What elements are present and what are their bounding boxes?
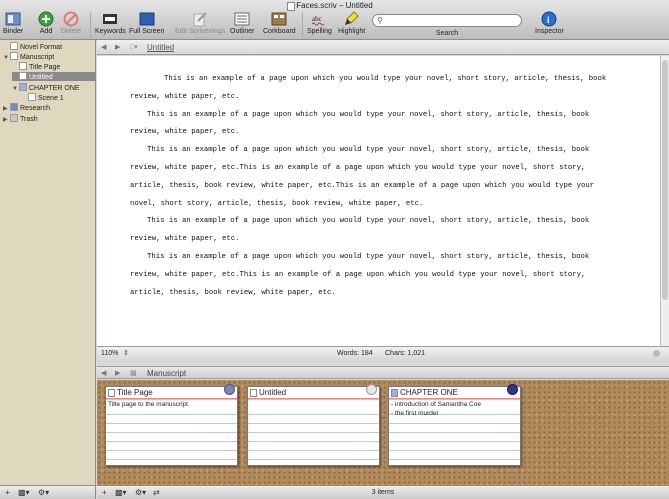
editor-paragraph: This is an example of a page upon which …	[130, 110, 590, 137]
search-label: Search	[435, 30, 459, 37]
document-title[interactable]: Untitled	[147, 43, 174, 52]
delete-button[interactable]: Delete	[61, 11, 81, 35]
trash-icon	[10, 114, 18, 122]
scrollbar-thumb[interactable]	[662, 60, 668, 300]
corkboard-small-icon: ▩	[130, 370, 137, 377]
research-folder-icon	[10, 103, 18, 111]
index-card-title-page[interactable]: Title Page Title page to the manuscript.	[105, 384, 238, 466]
binder-button[interactable]: Binder	[3, 11, 23, 35]
history-back-icon[interactable]: ◀	[101, 43, 106, 51]
text-editor[interactable]: This is an example of a page upon which …	[97, 56, 660, 346]
editor-header: ◀ ▶ □▾ Untitled	[97, 40, 669, 55]
index-card-untitled[interactable]: Untitled	[247, 384, 380, 466]
disclosure-triangle-icon[interactable]: ▼	[12, 85, 19, 94]
disclosure-triangle-icon[interactable]: ▶	[3, 105, 10, 114]
target-icon[interactable]	[653, 350, 660, 357]
scrivener-window: Faces.scriv – Untitled Binder Add Delete…	[0, 0, 669, 499]
document-icon	[28, 93, 36, 101]
keywords-icon	[103, 14, 118, 24]
highlight-icon	[344, 11, 359, 25]
binder-item-novel-format[interactable]: Novel Format	[3, 42, 95, 51]
binder-item-untitled[interactable]: Untitled	[12, 72, 96, 81]
pin-icon	[224, 384, 235, 395]
delete-icon	[63, 11, 79, 27]
inspector-icon: i	[541, 11, 557, 27]
zoom-level[interactable]: 110%	[101, 350, 118, 357]
editor-paragraph: This is an example of a page upon which …	[130, 75, 607, 101]
card-synopsis[interactable]: Title page to the manuscript.	[108, 400, 236, 409]
zoom-stepper-icon[interactable]: ⇕	[123, 349, 129, 357]
pin-icon	[507, 384, 518, 395]
spelling-icon: abc	[312, 15, 325, 26]
document-icon	[250, 389, 257, 397]
disclosure-triangle-icon[interactable]: ▼	[3, 54, 10, 63]
full-screen-button[interactable]: Full Screen	[129, 11, 164, 35]
window-title: Faces.scriv – Untitled	[296, 1, 373, 10]
editor-paragraph: This is an example of a page upon which …	[130, 146, 595, 208]
corkboard-icon	[271, 12, 287, 26]
editor-scrollbar[interactable]	[660, 56, 669, 346]
svg-text:abc: abc	[312, 15, 322, 23]
folder-icon	[19, 83, 27, 91]
highlight-button[interactable]: Highlight	[338, 11, 365, 35]
history-forward-icon[interactable]: ▶	[115, 369, 120, 377]
index-card-chapter-one[interactable]: CHAPTER ONE - introduction of Samantha C…	[388, 384, 521, 466]
char-count: Chars: 1,021	[385, 350, 426, 357]
document-icon	[108, 389, 115, 397]
outliner-icon	[234, 12, 250, 26]
card-title[interactable]: Untitled	[259, 388, 286, 397]
corkboard-footer: + ▩▾ ⚙▾ ⇄ 3 items	[97, 485, 669, 499]
history-forward-icon[interactable]: ▶	[115, 43, 120, 51]
binder-footer: + ▩▾ ⚙▾	[0, 485, 96, 499]
editor-paragraph: This is an example of a page upon which …	[130, 252, 590, 297]
binder-item-scene-1[interactable]: Scene 1	[21, 93, 95, 102]
document-icon	[19, 72, 27, 80]
toolbar-separator	[302, 12, 303, 38]
full-screen-icon	[139, 12, 155, 26]
corkboard-header: ◀ ▶ ▩ Manuscript	[97, 366, 669, 379]
binder-sidebar[interactable]: Novel Format ▼ Manuscript Title Page Unti…	[0, 40, 96, 485]
binder-item-title-page[interactable]: Title Page	[12, 62, 95, 71]
binder-item-manuscript[interactable]: ▼ Manuscript	[3, 52, 95, 61]
editor-paragraph: This is an example of a page upon which …	[130, 217, 590, 244]
toolbar: Faces.scriv – Untitled Binder Add Delete…	[0, 0, 669, 40]
add-button[interactable]: Add	[38, 11, 54, 35]
search-field[interactable]: ⚲	[372, 14, 522, 27]
card-title[interactable]: Title Page	[117, 388, 153, 397]
add-folder-icon[interactable]: ▩▾	[18, 488, 30, 497]
edit-scrivenings-icon	[193, 12, 207, 27]
binder-icon	[5, 12, 21, 26]
add-icon[interactable]: +	[5, 488, 10, 497]
keywords-button[interactable]: Keywords	[95, 11, 126, 35]
editor-text[interactable]: This is an example of a page upon which …	[130, 71, 620, 302]
manuscript-icon	[10, 52, 18, 60]
binder-item-trash[interactable]: ▶ Trash	[3, 114, 95, 123]
corkboard-title: Manuscript	[147, 369, 187, 378]
corkboard[interactable]: Title Page Title page to the manuscript.…	[97, 380, 669, 485]
folder-icon	[391, 389, 398, 397]
items-count: 3 items	[371, 489, 395, 496]
history-back-icon[interactable]: ◀	[101, 369, 106, 377]
toolbar-separator	[90, 12, 91, 38]
document-icon	[19, 62, 27, 70]
corkboard-button[interactable]: Corkboard	[263, 11, 296, 35]
gear-icon[interactable]: ⚙▾	[38, 488, 49, 497]
add-icon	[38, 11, 54, 27]
card-title[interactable]: CHAPTER ONE	[400, 388, 458, 397]
search-icon: ⚲	[377, 16, 383, 25]
document-icon	[10, 42, 18, 50]
word-count: Words: 184	[337, 350, 373, 357]
inspector-button[interactable]: i Inspector	[535, 11, 564, 35]
disclosure-triangle-icon[interactable]: ▶	[3, 116, 10, 125]
card-synopsis[interactable]: - introduction of Samantha Coe - the fir…	[391, 400, 519, 418]
pin-icon	[366, 384, 377, 395]
editor-footer: 110% ⇕ Words: 184 Chars: 1,021	[97, 346, 669, 360]
outliner-button[interactable]: Outliner	[230, 11, 255, 35]
binder-item-chapter-one[interactable]: ▼ CHAPTER ONE	[12, 83, 95, 92]
binder-item-research[interactable]: ▶ Research	[3, 103, 95, 112]
edit-scrivenings-button[interactable]: Edit Scrivenings	[175, 11, 225, 35]
spelling-button[interactable]: abc Spelling	[307, 11, 332, 35]
document-icon: □▾	[130, 44, 138, 51]
